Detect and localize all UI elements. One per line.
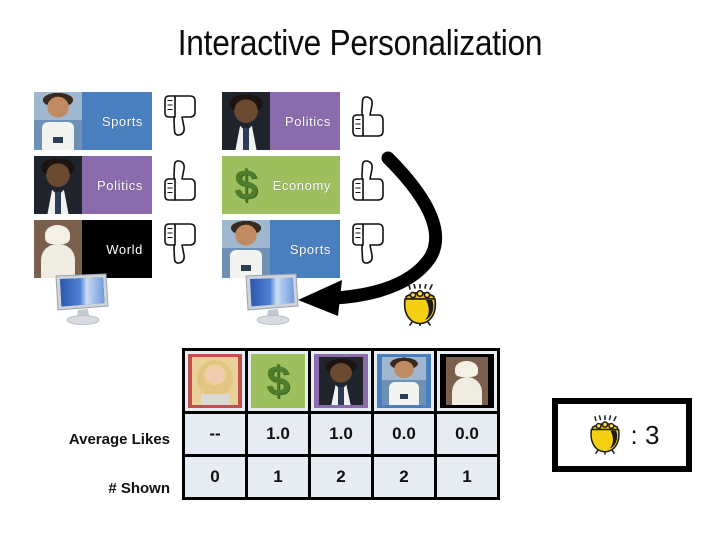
article-thumbnail: $ xyxy=(222,156,270,214)
cell-shown-celebrity: 0 xyxy=(182,454,248,500)
pot-of-gold-icon xyxy=(589,415,620,455)
article-label: Sports xyxy=(101,113,143,129)
cell-avg-economy: 1.0 xyxy=(245,411,311,457)
article-thumbnail xyxy=(222,220,270,278)
thumbs-up-icon[interactable] xyxy=(162,154,202,206)
article-chip-sports-left[interactable]: Sports xyxy=(34,92,196,150)
cell-avg-sports: 0.0 xyxy=(371,411,437,457)
cell-shown-economy: 1 xyxy=(245,454,311,500)
table-header-world xyxy=(434,348,500,414)
thumbs-down-icon[interactable] xyxy=(162,218,202,270)
dollar-sign-icon: $ xyxy=(251,354,305,408)
obama-photo xyxy=(314,354,368,408)
article-bar[interactable]: Sports xyxy=(34,92,152,150)
table-row-average-likes: -- 1.0 1.0 0.0 0.0 xyxy=(182,411,500,457)
soccer-player-photo xyxy=(377,354,431,408)
article-label: Economy xyxy=(272,177,331,193)
celebrity-photo xyxy=(188,354,242,408)
table-header-celebrity xyxy=(182,348,248,414)
article-thumbnail xyxy=(34,92,82,150)
article-chip-politics-left[interactable]: Politics xyxy=(34,156,196,214)
row-label-num-shown: # Shown xyxy=(108,480,170,497)
cell-shown-world: 1 xyxy=(434,454,500,500)
article-bar[interactable]: World xyxy=(34,220,152,278)
table-header-economy: $ xyxy=(245,348,311,414)
article-thumbnail xyxy=(34,156,82,214)
cell-avg-celebrity: -- xyxy=(182,411,248,457)
thumbs-up-icon[interactable] xyxy=(350,90,390,142)
score-box: : 3 xyxy=(552,398,692,472)
cell-avg-world: 0.0 xyxy=(434,411,500,457)
cell-avg-politics: 1.0 xyxy=(308,411,374,457)
article-chip-politics-right[interactable]: Politics xyxy=(222,92,384,150)
table-header-politics xyxy=(308,348,374,414)
article-chip-world-left[interactable]: World xyxy=(34,220,196,278)
slide-canvas: Interactive Personalization Sports Polit… xyxy=(0,0,720,540)
pope-photo xyxy=(440,354,494,408)
table-header-row: $ xyxy=(182,348,500,414)
thumbs-down-icon[interactable] xyxy=(162,90,202,142)
topic-stats-table: $ -- 1.0 1.0 0.0 0.0 0 1 2 2 1 xyxy=(182,348,500,500)
article-bar[interactable]: Politics xyxy=(34,156,152,214)
article-label: Sports xyxy=(289,241,331,257)
dollar-sign-icon: $ xyxy=(234,161,258,208)
article-label: Politics xyxy=(97,177,143,193)
row-label-average-likes: Average Likes xyxy=(68,431,170,448)
article-bar[interactable]: Politics xyxy=(222,92,340,150)
cell-shown-politics: 2 xyxy=(308,454,374,500)
computer-monitor-icon xyxy=(55,273,109,325)
article-label: Politics xyxy=(285,113,331,129)
article-thumbnail xyxy=(34,220,82,278)
cell-shown-sports: 2 xyxy=(371,454,437,500)
table-header-sports xyxy=(371,348,437,414)
page-title: Interactive Personalization xyxy=(177,22,543,63)
article-thumbnail xyxy=(222,92,270,150)
score-value: : 3 xyxy=(630,419,660,450)
table-row-num-shown: 0 1 2 2 1 xyxy=(182,454,500,500)
article-label: World xyxy=(106,241,143,257)
pot-of-gold-icon xyxy=(403,284,437,326)
